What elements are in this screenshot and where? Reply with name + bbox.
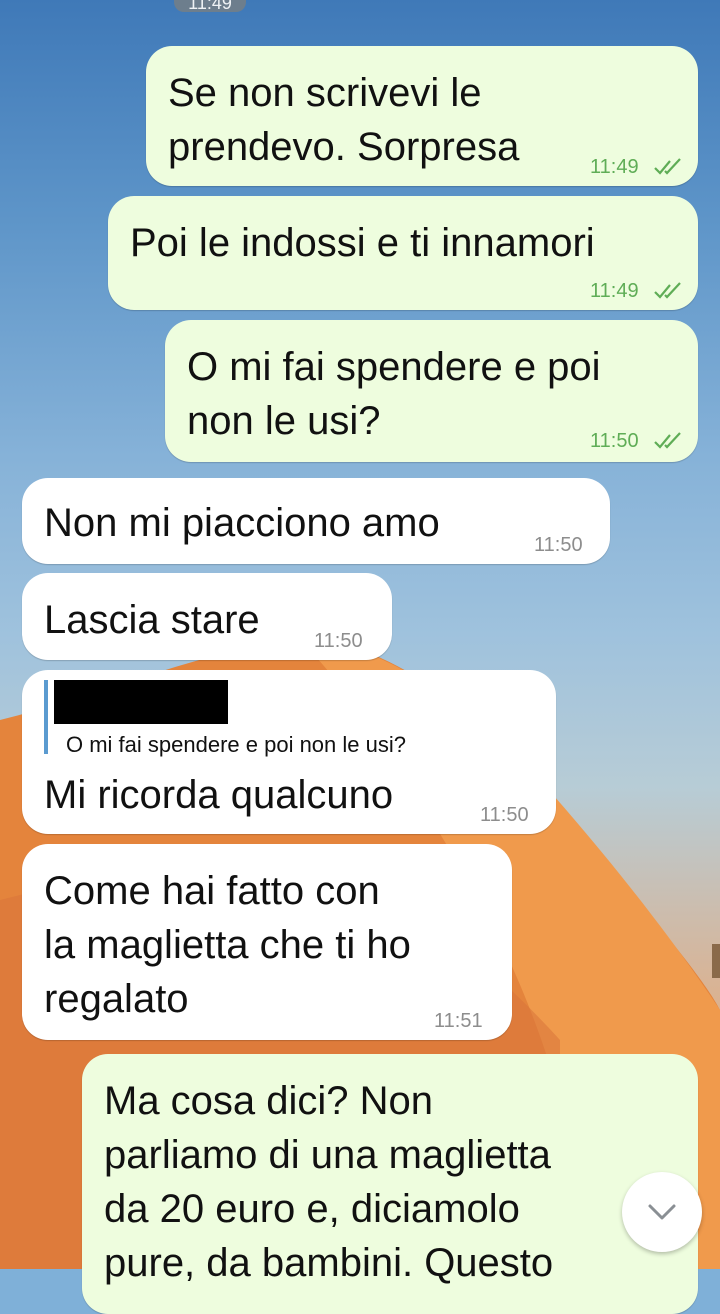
message-text: Mi ricorda qualcuno <box>44 773 394 817</box>
message-text: Poi le indossi e ti innamori <box>130 221 595 265</box>
message-time: 11:50 <box>590 430 639 452</box>
message-bubble-outgoing[interactable]: O mi fai spendere e poi non le usi? 11:5… <box>165 320 698 462</box>
message-bubble-outgoing[interactable]: Ma cosa dici? Non parliamo di una maglie… <box>82 1054 698 1314</box>
message-bubble-incoming[interactable]: Non mi piacciono amo 11:50 <box>22 478 610 564</box>
message-text: O mi fai spendere e poi non le usi? <box>187 345 601 443</box>
edge-indicator <box>712 944 720 978</box>
read-receipt-icon <box>654 432 681 449</box>
message-time: 11:50 <box>534 534 583 556</box>
message-text: Non mi piacciono amo <box>44 501 440 545</box>
message-time: 11:49 <box>590 156 639 178</box>
quoted-message-text: O mi fai spendere e poi non le usi? <box>66 732 406 757</box>
quoted-message[interactable]: O mi fai spendere e poi non le usi? <box>44 680 534 757</box>
message-text: Lascia stare <box>44 598 260 642</box>
read-receipt-icon <box>654 158 681 175</box>
message-time: 11:50 <box>480 804 529 826</box>
message-bubble-incoming-reply[interactable]: O mi fai spendere e poi non le usi? Mi r… <box>22 670 556 834</box>
message-bubble-incoming[interactable]: Come hai fatto con la maglietta che ti h… <box>22 844 512 1040</box>
message-text: Se non scrivevi le prendevo. Sorpresa <box>168 71 520 169</box>
read-receipt-icon <box>654 282 681 299</box>
message-time: 11:51 <box>434 1010 483 1032</box>
message-bubble-outgoing[interactable]: Se non scrivevi le prendevo. Sorpresa 11… <box>146 46 698 186</box>
chevron-down-icon <box>648 1204 676 1220</box>
redacted-sender-name <box>54 680 228 724</box>
message-text: Ma cosa dici? Non parliamo di una maglie… <box>104 1079 554 1285</box>
message-time: 11:49 <box>590 280 639 302</box>
message-time: 11:50 <box>314 630 363 652</box>
scroll-to-bottom-button[interactable] <box>622 1172 702 1252</box>
message-bubble-incoming[interactable]: Lascia stare 11:50 <box>22 573 392 660</box>
date-time-pill: 11:49 <box>174 0 246 13</box>
message-text: Come hai fatto con la maglietta che ti h… <box>44 869 411 1021</box>
message-bubble-outgoing[interactable]: Poi le indossi e ti innamori 11:49 <box>108 196 698 310</box>
